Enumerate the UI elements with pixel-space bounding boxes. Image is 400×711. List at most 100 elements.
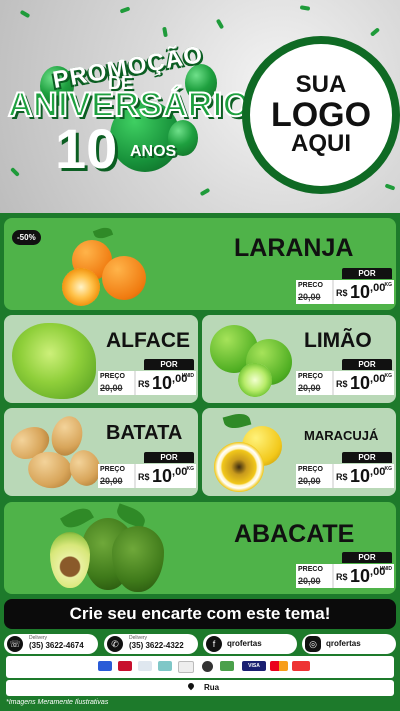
contact-value: (35) 3622-4674 [29, 641, 84, 650]
product-card-laranja: -50% LARANJA POR PRECO 20,00 R$ 10,00 KG [4, 218, 396, 310]
price-int: 10 [152, 466, 173, 486]
visa-icon: VISA [242, 661, 266, 671]
currency: R$ [336, 472, 348, 482]
phone-icon: ✆ [107, 636, 123, 652]
whatsapp-icon: ☏ [7, 636, 23, 652]
price-int: 10 [350, 373, 371, 393]
product-card-batata: BATATA POR PREÇO 20,00 R$ 10,00 KG [4, 408, 198, 496]
price-tag: POR PREÇO 20,00 R$ 10,00 KG [296, 452, 394, 488]
new-price-box: R$ 10,00 KG [332, 371, 394, 395]
price-tag: POR PRECO 20,00 R$ 10,00 UNID [296, 552, 394, 588]
preco-label: PREÇO [100, 373, 125, 380]
card-icon [202, 661, 213, 672]
old-price-box: PRECO 20,00 [296, 564, 332, 588]
confetti [299, 5, 311, 11]
store-logo-placeholder: SUA LOGO AQUI [244, 38, 398, 192]
price-int: 10 [350, 282, 371, 302]
unit: KG [384, 282, 393, 288]
new-price-box: R$ 10,00 UNID [134, 371, 196, 395]
old-price: 20,00 [100, 476, 123, 486]
passion-fruit-half-image [214, 442, 264, 492]
card-icon [158, 661, 172, 671]
unit: KG [384, 466, 393, 472]
contact-facebook[interactable]: f qrofertas [203, 634, 297, 654]
promo-number: 10 [55, 117, 118, 180]
por-label: POR [342, 452, 392, 463]
lettuce-image [12, 323, 96, 399]
confetti [119, 6, 131, 14]
old-price-box: PREÇO 20,00 [98, 371, 134, 395]
por-label: POR [342, 268, 392, 279]
card-icon [138, 661, 152, 671]
unit: KG [384, 373, 393, 379]
currency: R$ [138, 472, 150, 482]
new-price-box: R$ 10,00 UNID [332, 564, 394, 588]
product-name: LARANJA [234, 234, 354, 262]
old-price-box: PREÇO 20,00 [296, 464, 332, 488]
price-int: 10 [350, 566, 371, 586]
old-price-box: PREÇO 20,00 [296, 371, 332, 395]
avocado-image [112, 526, 164, 592]
price-cents: ,00 [370, 373, 386, 385]
confetti [19, 9, 31, 19]
address-bar: Rua [6, 680, 394, 696]
old-price: 20,00 [298, 476, 321, 486]
card-icon [118, 661, 132, 671]
product-name: LIMÃO [304, 329, 372, 352]
price-tag: POR PREÇO 20,00 R$ 10,00 UNID [98, 359, 196, 395]
unit: KG [186, 466, 195, 472]
contact-bar: ☏ Delivery (35) 3622-4674 ✆ Delivery (35… [0, 629, 400, 659]
leaf [222, 410, 252, 432]
preco-label: PRECO [298, 566, 323, 573]
logo-line-2: LOGO [270, 95, 372, 134]
facebook-icon: f [206, 636, 222, 652]
preco-label: PREÇO [298, 466, 323, 473]
price-cents: ,00 [370, 282, 386, 294]
new-price: 10,00 [350, 282, 385, 303]
location-pin-icon [186, 681, 196, 691]
product-name: BATATA [106, 422, 183, 444]
new-price: 10,00 [350, 466, 385, 487]
product-name: ALFACE [106, 329, 190, 352]
product-card-maracuja: MARACUJÁ POR PREÇO 20,00 R$ 10,00 KG [202, 408, 396, 496]
lime-slice-image [238, 363, 272, 397]
hipercard-icon [292, 661, 310, 671]
new-price-box: R$ 10,00 KG [134, 464, 196, 488]
por-label: POR [342, 359, 392, 370]
price-tag: POR PREÇO 20,00 R$ 10,00 KG [98, 452, 196, 488]
price-cents: ,00 [172, 466, 188, 478]
cta-banner[interactable]: Crie seu encarte com este tema! [4, 599, 396, 629]
confetti [369, 27, 381, 37]
por-label: POR [144, 359, 194, 370]
disclaimer: *Imagens Meramente Ilustrativas [6, 699, 109, 706]
logo-line-3: AQUI [291, 130, 351, 158]
card-icon [178, 661, 194, 673]
confetti [384, 183, 396, 191]
contact-whatsapp[interactable]: ☏ Delivery (35) 3622-4674 [4, 634, 98, 654]
preco-label: PREÇO [298, 373, 323, 380]
card-icon [220, 661, 234, 671]
old-price-box: PREÇO 20,00 [98, 464, 134, 488]
offers-section: -50% LARANJA POR PRECO 20,00 R$ 10,00 KG… [0, 213, 400, 711]
discount-badge: -50% [12, 230, 41, 245]
currency: R$ [336, 288, 348, 298]
contact-phone[interactable]: ✆ Delivery (35) 3622-4322 [104, 634, 198, 654]
contact-instagram[interactable]: ◎ qrofertas [302, 634, 396, 654]
price-int: 10 [152, 373, 173, 393]
preco-label: PRECO [298, 282, 323, 289]
promo-years: ANOS [130, 143, 177, 160]
old-price: 20,00 [100, 383, 123, 393]
currency: R$ [336, 572, 348, 582]
price-cents: ,00 [370, 466, 386, 478]
logo-line-1: SUA [295, 71, 347, 99]
leaf [92, 225, 114, 241]
por-label: POR [144, 452, 194, 463]
card-icon [98, 661, 112, 671]
product-card-abacate: ABACATE POR PRECO 20,00 R$ 10,00 UNID [4, 502, 396, 594]
product-name: ABACATE [234, 520, 355, 548]
unit: UNID [181, 373, 194, 379]
contact-value: qrofertas [227, 639, 262, 648]
por-label: POR [342, 552, 392, 563]
promo-anniversary: ANIVERSÁRIO [7, 85, 250, 125]
new-price: 10,00 [152, 466, 187, 487]
